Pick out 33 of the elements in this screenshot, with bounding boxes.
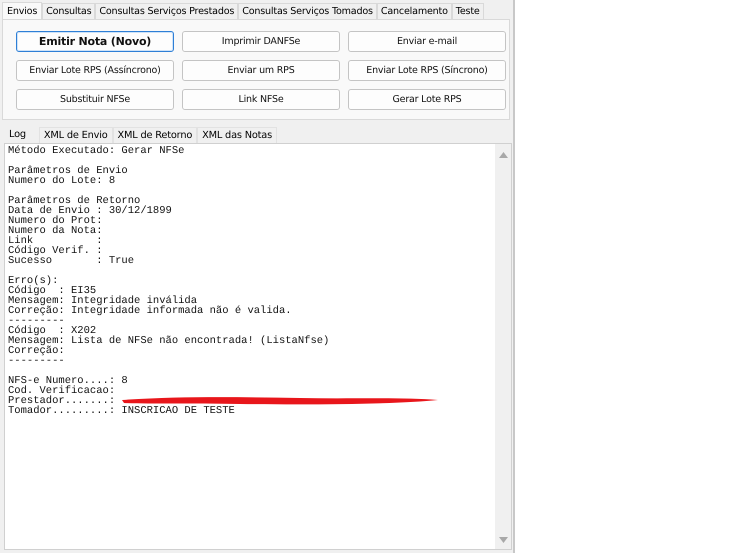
log-line: Mensagem: Lista de NFSe não encontrada! (ListaNfse): [8, 335, 330, 347]
action-button[interactable]: Link NFSe: [182, 89, 340, 110]
action-button[interactable]: Enviar Lote RPS (Assíncrono): [16, 60, 174, 81]
scroll-down-icon[interactable]: [498, 537, 508, 543]
log-line: Código Verif. :: [8, 245, 103, 257]
log-textarea[interactable]: [4, 143, 512, 550]
scrollbar[interactable]: [495, 144, 511, 549]
log-line: Tomador.........: INSCRICAO DE TESTE: [8, 405, 235, 417]
log-line: Correção: Integridade informada não é valida.: [8, 305, 292, 317]
log-line: Parâmetros de Envio: [8, 165, 128, 177]
action-button[interactable]: Substituir NFSe: [16, 89, 174, 110]
log-line: Correção:: [8, 345, 65, 357]
log-line: Data de Envio : 30/12/1899: [8, 205, 172, 217]
action-button[interactable]: Enviar Lote RPS (Síncrono): [348, 60, 506, 81]
tab[interactable]: Cancelamento: [376, 3, 452, 19]
tab[interactable]: Consultas: [42, 3, 96, 19]
log-line: Numero do Lote: 8: [8, 175, 116, 187]
log-line: ---------: [8, 355, 65, 367]
action-button[interactable]: Enviar um RPS: [182, 60, 340, 81]
scroll-up-icon[interactable]: [498, 152, 508, 158]
tab[interactable]: Teste: [452, 3, 484, 19]
action-button[interactable]: Emitir Nota (Novo): [16, 31, 174, 52]
tab[interactable]: Consultas Serviços Prestados: [95, 3, 238, 19]
action-button[interactable]: Enviar e-mail: [348, 31, 506, 52]
tab[interactable]: Envios: [2, 2, 42, 20]
action-button[interactable]: Gerar Lote RPS: [348, 89, 506, 110]
log-line: Sucesso : True: [8, 255, 134, 267]
log-line: Código : EI35: [8, 285, 96, 297]
log-line: Numero do Prot:: [8, 215, 103, 227]
tab[interactable]: Consultas Serviços Tomados: [238, 3, 377, 19]
action-button[interactable]: Imprimir DANFSe: [182, 31, 340, 52]
log-line: Método Executado: Gerar NFSe: [8, 145, 184, 157]
log-line: Erro(s):: [8, 275, 58, 287]
